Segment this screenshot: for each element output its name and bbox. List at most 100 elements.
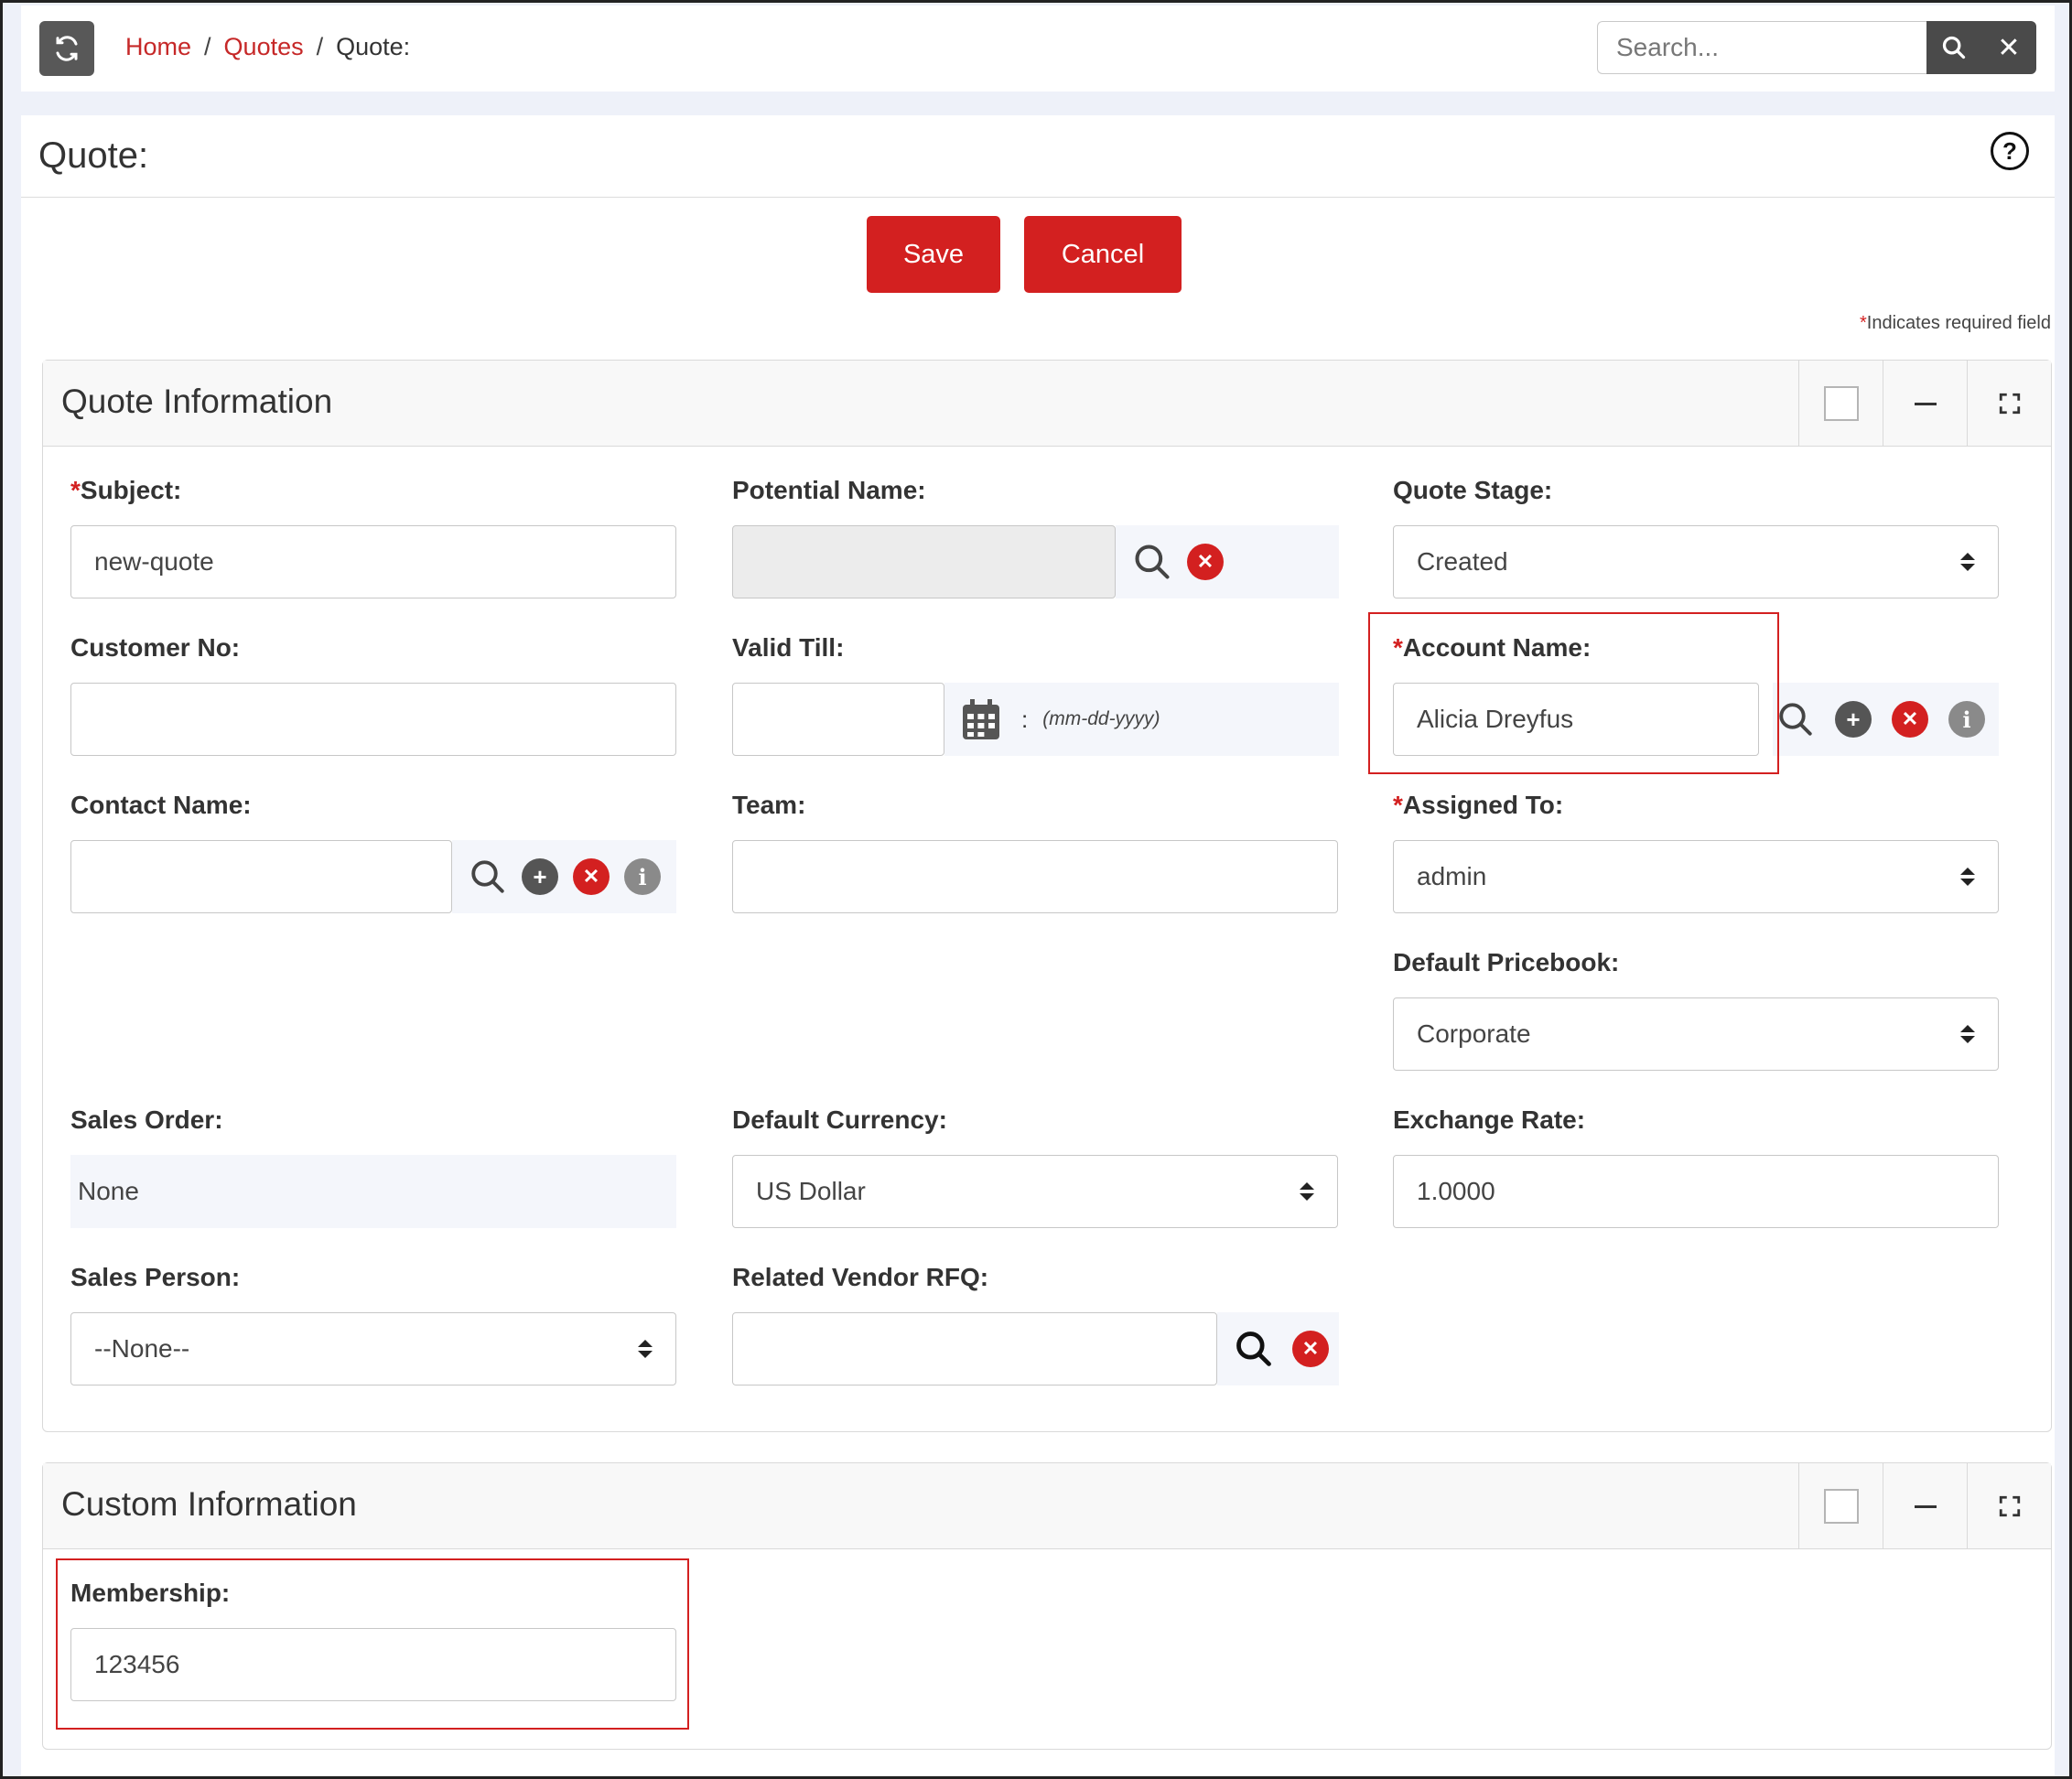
x-circle-icon[interactable]: ✕ [1892,701,1928,738]
magnifier-icon[interactable] [1132,542,1172,582]
account-name-actions: + ✕ i [1773,683,1999,756]
sales-order-label: Sales Order: [70,1105,223,1134]
related-vendor-rfq-actions: ✕ [1217,1312,1339,1385]
page-title: Quote: [38,135,149,176]
date-separator: : [1021,705,1029,733]
quote-stage-select[interactable]: Created [1393,525,1999,598]
calendar-icon[interactable] [961,697,1001,741]
info-circle-icon[interactable]: i [1948,701,1985,738]
custom-information-panel: Custom Information Membership: 123456 [42,1462,2052,1750]
updown-arrows-icon [638,1340,653,1358]
updown-arrows-icon [1960,1025,1975,1043]
updown-arrows-icon [1300,1182,1314,1201]
subject-value: new-quote [94,547,214,576]
minus-icon[interactable] [1883,361,1967,447]
page-content: Quote: ? Save Cancel *Indicates required… [21,115,2055,1776]
magnifier-icon[interactable] [1776,700,1815,739]
customer-no-input[interactable] [70,683,676,756]
expand-icon[interactable] [1967,361,2051,447]
quote-stage-label: Quote Stage: [1393,476,1553,504]
assigned-to-label: *Assigned To: [1393,791,1563,820]
related-vendor-rfq-input[interactable] [732,1312,1217,1385]
info-circle-icon[interactable]: i [624,858,661,895]
membership-highlight [56,1558,689,1730]
save-button[interactable]: Save [867,216,1000,293]
assigned-to-value: admin [1417,862,1487,890]
contact-name-input[interactable] [70,840,452,913]
plus-circle-icon[interactable]: + [522,858,558,895]
minus-icon[interactable] [1883,1463,1967,1549]
valid-till-actions: : (mm-dd-yyyy) [944,683,1339,756]
refresh-icon[interactable] [39,21,94,76]
related-vendor-rfq-label: Related Vendor RFQ: [732,1263,989,1291]
date-format-hint: (mm-dd-yyyy) [1042,708,1160,729]
exchange-rate-input[interactable]: 1.0000 [1393,1155,1999,1228]
updown-arrows-icon [1960,553,1975,571]
contact-name-actions: + ✕ i [452,840,676,913]
panel-header: Quote Information [43,361,2051,447]
required-star: * [1393,791,1403,819]
exchange-rate-value: 1.0000 [1417,1177,1495,1205]
search-icon[interactable] [1926,21,1981,74]
contact-name-label: Contact Name: [70,791,252,819]
panel-title: Custom Information [61,1485,357,1523]
sales-order-value: None [70,1155,676,1228]
subject-label: *Subject: [70,476,181,505]
exchange-rate-label: Exchange Rate: [1393,1105,1586,1134]
panel-checkbox[interactable] [1798,361,1883,447]
form-actions: Save Cancel [21,216,2055,293]
page-header: Quote: ? [21,115,2055,198]
close-icon[interactable]: ✕ [1981,21,2036,74]
x-circle-icon[interactable]: ✕ [1187,544,1224,580]
customer-no-label: Customer No: [70,633,241,662]
team-input[interactable] [732,840,1338,913]
default-currency-value: US Dollar [756,1177,866,1205]
potential-name-label: Potential Name: [732,476,926,504]
breadcrumb: Home / Quotes / Quote: [125,33,410,61]
panel-tools [1798,361,2051,447]
search-input[interactable] [1597,21,1926,74]
subject-input[interactable]: new-quote [70,525,676,598]
default-pricebook-value: Corporate [1417,1019,1531,1048]
cancel-button[interactable]: Cancel [1024,216,1182,293]
valid-till-input[interactable] [732,683,944,756]
quote-information-panel: Quote Information *Subject: new-quote Po… [42,360,2052,1432]
breadcrumb-home[interactable]: Home [125,33,191,61]
x-circle-icon[interactable]: ✕ [573,858,610,895]
magnifier-icon[interactable] [469,857,507,896]
panel-checkbox[interactable] [1798,1463,1883,1549]
panel-tools [1798,1463,2051,1549]
default-pricebook-select[interactable]: Corporate [1393,997,1999,1071]
breadcrumb-current: Quote: [336,33,411,60]
magnifier-icon[interactable] [1234,1329,1274,1369]
breadcrumb-quotes[interactable]: Quotes [224,33,304,61]
updown-arrows-icon [1960,868,1975,886]
account-name-highlight [1368,612,1779,774]
expand-icon[interactable] [1967,1463,2051,1549]
team-label: Team: [732,791,806,819]
sales-person-label: Sales Person: [70,1263,241,1291]
assigned-to-select[interactable]: admin [1393,840,1999,913]
valid-till-label: Valid Till: [732,633,845,662]
plus-circle-icon[interactable]: + [1835,701,1872,738]
required-note-text: Indicates required field [1866,313,2051,333]
required-star: * [1859,313,1867,333]
quote-stage-value: Created [1417,547,1508,576]
potential-name-input [732,525,1116,598]
default-pricebook-label: Default Pricebook: [1393,948,1620,976]
default-currency-label: Default Currency: [732,1105,947,1134]
sales-person-select[interactable]: --None-- [70,1312,676,1385]
potential-name-actions: ✕ [1116,525,1339,598]
breadcrumb-separator: / [316,33,324,60]
required-star: * [70,476,81,504]
panel-title: Quote Information [61,383,333,420]
breadcrumb-separator: / [204,33,211,60]
help-icon[interactable]: ? [1991,132,2029,170]
app-frame: Home / Quotes / Quote: ✕ Quote: ? Save C… [0,0,2072,1779]
default-currency-select[interactable]: US Dollar [732,1155,1338,1228]
subject-label-text: Subject: [80,476,182,504]
x-circle-icon[interactable]: ✕ [1292,1331,1329,1367]
sales-person-value: --None-- [94,1334,190,1363]
required-field-note: *Indicates required field [1860,313,2051,334]
panel-header: Custom Information [43,1463,2051,1549]
